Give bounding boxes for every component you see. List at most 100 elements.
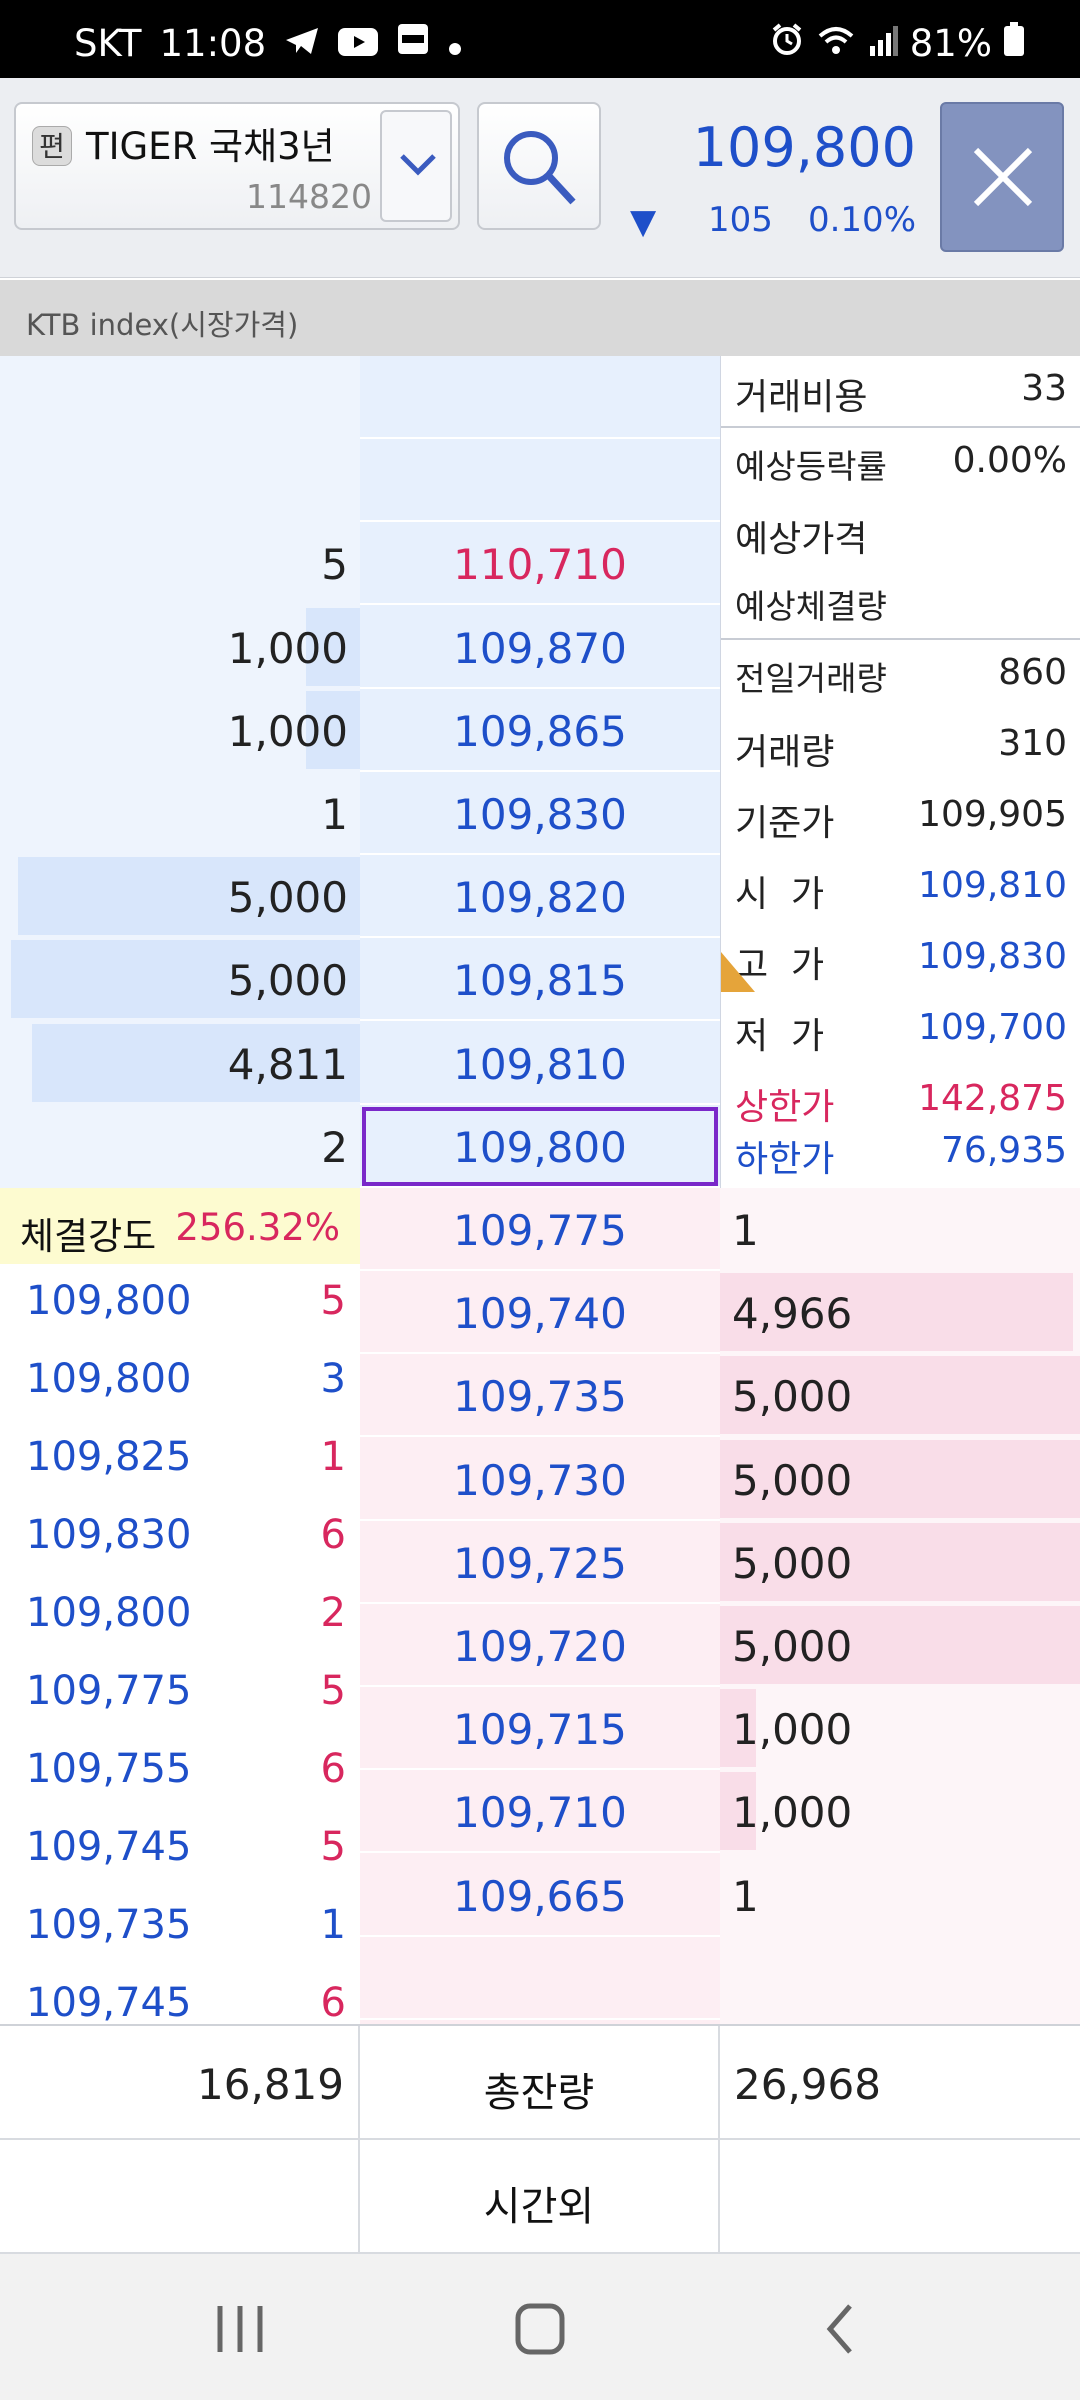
info-label: 거래비용 (735, 377, 868, 418)
trade-quantity: 6 (320, 1746, 346, 1792)
ask-price-level[interactable] (360, 439, 720, 523)
info-label: 하한가 (735, 1139, 835, 1180)
info-value: 33 (1021, 368, 1067, 409)
youtube-icon (338, 22, 379, 65)
stock-name: TIGER 국채3년 (86, 125, 335, 168)
bid-price: 109,710 (453, 1788, 627, 1838)
trade-price: 109,800 (26, 1356, 192, 1402)
trade-price: 109,830 (26, 1512, 192, 1558)
ask-quantity: 1,000 (227, 706, 348, 756)
info-high-price: 고 가 109,830 (721, 924, 1080, 994)
price-change: 105 (708, 200, 773, 240)
after-hours-bid-cell (720, 2140, 1080, 2254)
search-button[interactable] (477, 102, 601, 230)
trade-price: 109,745 (26, 1980, 192, 2024)
recent-apps-button[interactable] (200, 2294, 280, 2364)
stock-dropdown-button[interactable] (380, 110, 452, 222)
recent-apps-icon (217, 2306, 263, 2352)
info-expected-price: 예상가격 (721, 498, 1080, 568)
trade-quantity: 5 (320, 1668, 346, 1714)
ask-price-level[interactable]: 109,810 (360, 1022, 720, 1105)
bid-price: 109,725 (453, 1538, 627, 1588)
info-label: 기준가 (735, 803, 835, 844)
edit-badge[interactable]: 편 (32, 126, 72, 166)
ask-price-level[interactable]: 110,710 (360, 522, 720, 606)
marker-triangle-icon (721, 952, 755, 992)
trade-price: 109,800 (26, 1590, 192, 1636)
ask-quantity: 5,000 (227, 956, 348, 1006)
total-label-cell: 총잔량 (360, 2026, 720, 2140)
info-value: 0.00% (952, 440, 1067, 481)
bid-price: 109,665 (453, 1871, 627, 1921)
trade-quantity: 2 (320, 1590, 346, 1636)
info-value: 109,830 (918, 936, 1067, 977)
after-hours-label: 시간외 (483, 2184, 595, 2230)
status-bar: SKT 11:08 81% (0, 0, 1080, 78)
info-label: 예상체결량 (735, 587, 887, 626)
after-hours-ask-cell (0, 2140, 360, 2254)
alarm-icon (770, 22, 804, 65)
trade-quantity: 6 (320, 1512, 346, 1558)
ask-quantity-cell: 5,000 (0, 855, 360, 938)
info-label: 시 가 (735, 874, 825, 915)
bid-price-level[interactable]: 109,720 (360, 1604, 720, 1687)
android-nav-bar (0, 2254, 1080, 2400)
ask-price-level[interactable]: 109,870 (360, 606, 720, 689)
bid-quantity-column: 1 4,966 5,000 5,000 5,000 5,000 1,000 1,000 1 (720, 1188, 1080, 2024)
ask-price: 109,865 (453, 706, 627, 756)
current-price-level[interactable]: 109,800 (360, 1105, 720, 1188)
info-label: 전일거래량 (735, 659, 887, 698)
bid-quantity: 4,966 (732, 1289, 853, 1339)
bid-price-level[interactable]: 109,775 (360, 1188, 720, 1271)
trade-row: 109,755 6 (0, 1732, 360, 1810)
ask-quantity-cell: 1 (0, 772, 360, 855)
info-volume: 거래량 310 (721, 711, 1080, 781)
ask-price: 109,810 (453, 1039, 627, 1089)
back-button[interactable] (800, 2294, 880, 2364)
status-right: 81% (770, 22, 1024, 65)
ask-price-level[interactable]: 109,830 (360, 772, 720, 855)
stock-selector[interactable]: 편 TIGER 국채3년 114820 (14, 102, 460, 230)
ask-price-level[interactable]: 109,820 (360, 855, 720, 939)
bid-quantity: 5,000 (732, 1372, 853, 1422)
down-arrow-icon: ▼ (630, 202, 657, 242)
trade-history-column: 체결강도 256.32% 109,800 5 109,800 3 109,825 1 109… (0, 1188, 360, 2024)
current-price-highlight (362, 1106, 718, 1186)
trade-price: 109,775 (26, 1668, 192, 1714)
ask-quantity: 5,000 (227, 873, 348, 923)
bid-price-level[interactable]: 109,665 (360, 1854, 720, 1937)
trade-row: 109,745 5 (0, 1810, 360, 1888)
bid-price-level[interactable]: 109,740 (360, 1271, 720, 1355)
stock-header: 편 TIGER 국채3년 114820 109,800 ▼ 105 0.10% (0, 78, 1080, 278)
ask-price-level[interactable] (360, 356, 720, 439)
bid-price-level[interactable]: 109,730 (360, 1438, 720, 1521)
bid-total: 26,968 (734, 2060, 881, 2109)
ask-price-level[interactable]: 109,865 (360, 689, 720, 772)
bid-price-level[interactable]: 109,725 (360, 1521, 720, 1604)
bid-price-level[interactable] (360, 1937, 720, 2020)
signal-icon (868, 22, 898, 65)
home-button[interactable] (500, 2294, 580, 2364)
bid-quantity-cell: 1 (720, 1188, 1080, 1271)
ask-quantity-cell: 5,000 (0, 938, 360, 1021)
bid-price: 109,735 (453, 1372, 627, 1422)
status-left: SKT 11:08 (74, 22, 462, 65)
ask-quantity-cell: 5 (0, 522, 360, 605)
trade-row: 109,735 1 (0, 1888, 360, 1966)
ask-quantity: 1,000 (227, 623, 348, 673)
bid-price-level[interactable]: 109,715 (360, 1687, 720, 1771)
bid-quantity-cell: 4,966 (720, 1271, 1080, 1354)
strength-value: 256.32% (175, 1206, 340, 1249)
info-expected-volume: 예상체결량 (721, 568, 1080, 638)
close-button[interactable] (940, 102, 1064, 252)
ask-price: 109,830 (453, 790, 627, 839)
ask-price-level[interactable]: 109,815 (360, 938, 720, 1022)
app-root: SKT 11:08 81% 편 TIGER 국채3년 114820 109,80… (0, 0, 1080, 2400)
payco-icon (396, 22, 430, 65)
info-low-price: 저 가 109,700 (721, 995, 1080, 1065)
bid-price-level[interactable]: 109,710 (360, 1770, 720, 1854)
trade-row: 109,825 1 (0, 1420, 360, 1498)
bid-quantity-cell: 1,000 (720, 1687, 1080, 1770)
info-value: 109,700 (918, 1007, 1067, 1048)
bid-price-level[interactable]: 109,735 (360, 1354, 720, 1438)
